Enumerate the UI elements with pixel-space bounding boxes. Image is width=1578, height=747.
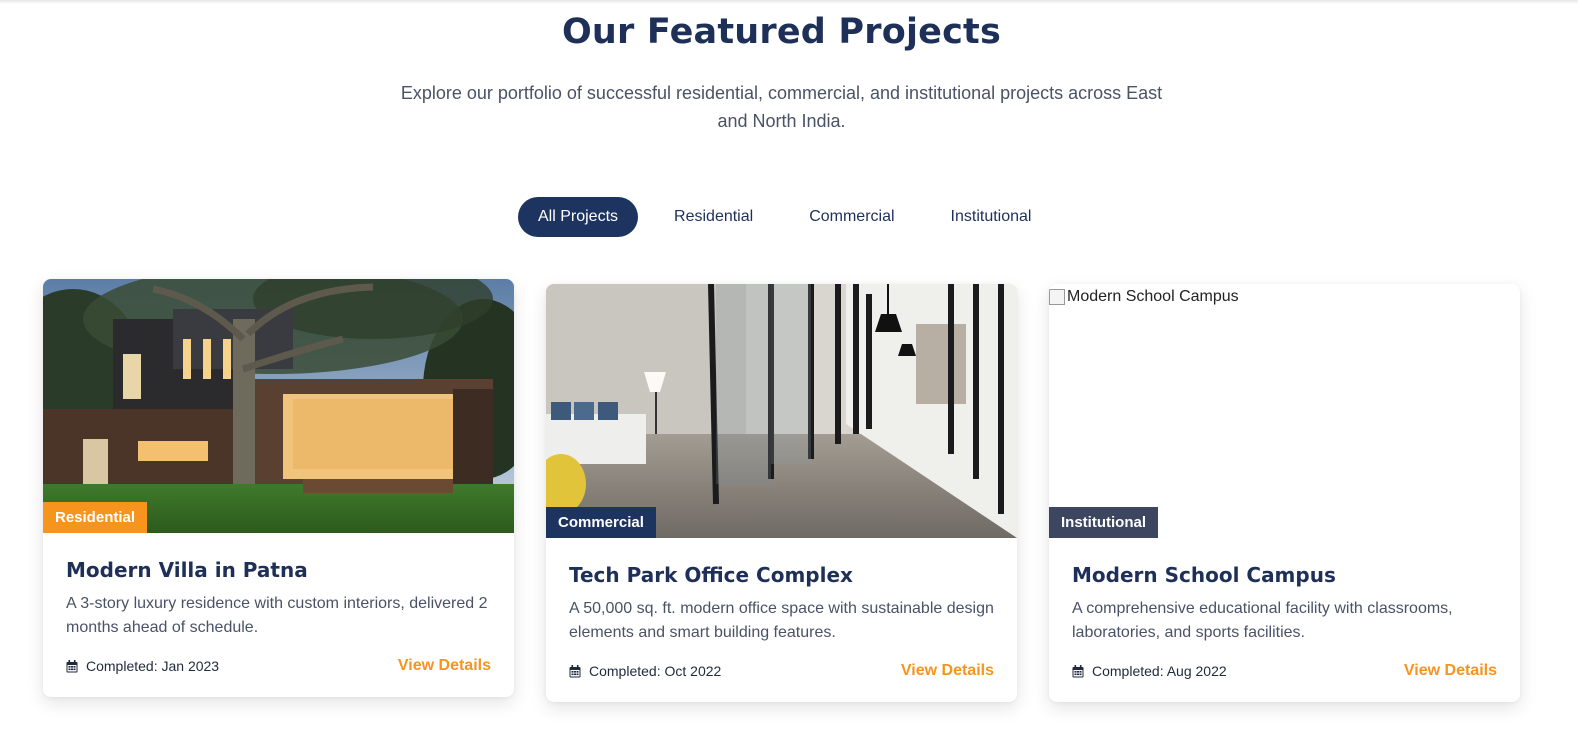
category-badge: Residential	[43, 502, 148, 533]
header-shadow	[0, 0, 1578, 4]
completion-date-text: Completed: Oct 2022	[589, 663, 722, 679]
villa-photo	[43, 279, 514, 533]
view-details-link[interactable]: View Details	[901, 662, 994, 680]
project-title: Tech Park Office Complex	[569, 563, 853, 587]
completion-date-text: Completed: Aug 2022	[1092, 663, 1227, 679]
completion-date-text: Completed: Jan 2023	[86, 658, 220, 674]
completion-date: Completed: Jan 2023	[66, 658, 219, 674]
project-image-office: Commercial	[546, 284, 1017, 538]
project-filter-bar: All Projects Residential Commercial Inst…	[518, 197, 1067, 237]
project-card-school-campus[interactable]: Modern School Campus Institutional Moder…	[1049, 284, 1520, 702]
project-card-modern-villa[interactable]: Residential Modern Villa in Patna A 3-st…	[43, 279, 514, 697]
project-title: Modern School Campus	[1072, 563, 1336, 587]
filter-institutional[interactable]: Institutional	[931, 197, 1052, 237]
completion-date: Completed: Oct 2022	[569, 663, 721, 679]
image-alt-text: Modern School Campus	[1067, 288, 1239, 305]
category-badge: Commercial	[546, 507, 656, 538]
project-title: Modern Villa in Patna	[66, 558, 308, 582]
filter-all-projects[interactable]: All Projects	[518, 197, 639, 237]
category-badge: Institutional	[1049, 507, 1158, 538]
calendar-icon	[66, 659, 78, 672]
office-photo	[546, 284, 1017, 538]
view-details-link[interactable]: View Details	[1404, 662, 1497, 680]
calendar-icon	[1072, 664, 1084, 677]
completion-date: Completed: Aug 2022	[1072, 663, 1227, 679]
project-image-villa: Residential	[43, 279, 514, 533]
section-title: Our Featured Projects	[561, 12, 1002, 52]
calendar-icon	[569, 664, 581, 677]
project-description: A comprehensive educational facility wit…	[1072, 600, 1453, 641]
section-subtitle: Explore our portfolio of successful resi…	[400, 83, 1163, 131]
project-card-tech-park[interactable]: Commercial Tech Park Office Complex A 50…	[546, 284, 1017, 702]
view-details-link[interactable]: View Details	[398, 657, 491, 675]
broken-image-placeholder: Modern School Campus	[1049, 288, 1239, 306]
project-image-school: Modern School Campus Institutional	[1049, 284, 1520, 538]
filter-commercial[interactable]: Commercial	[789, 197, 914, 237]
broken-image-icon	[1049, 289, 1065, 305]
filter-residential[interactable]: Residential	[654, 197, 773, 237]
project-description: A 50,000 sq. ft. modern office space wit…	[569, 600, 994, 641]
project-description: A 3-story luxury residence with custom i…	[66, 595, 488, 636]
